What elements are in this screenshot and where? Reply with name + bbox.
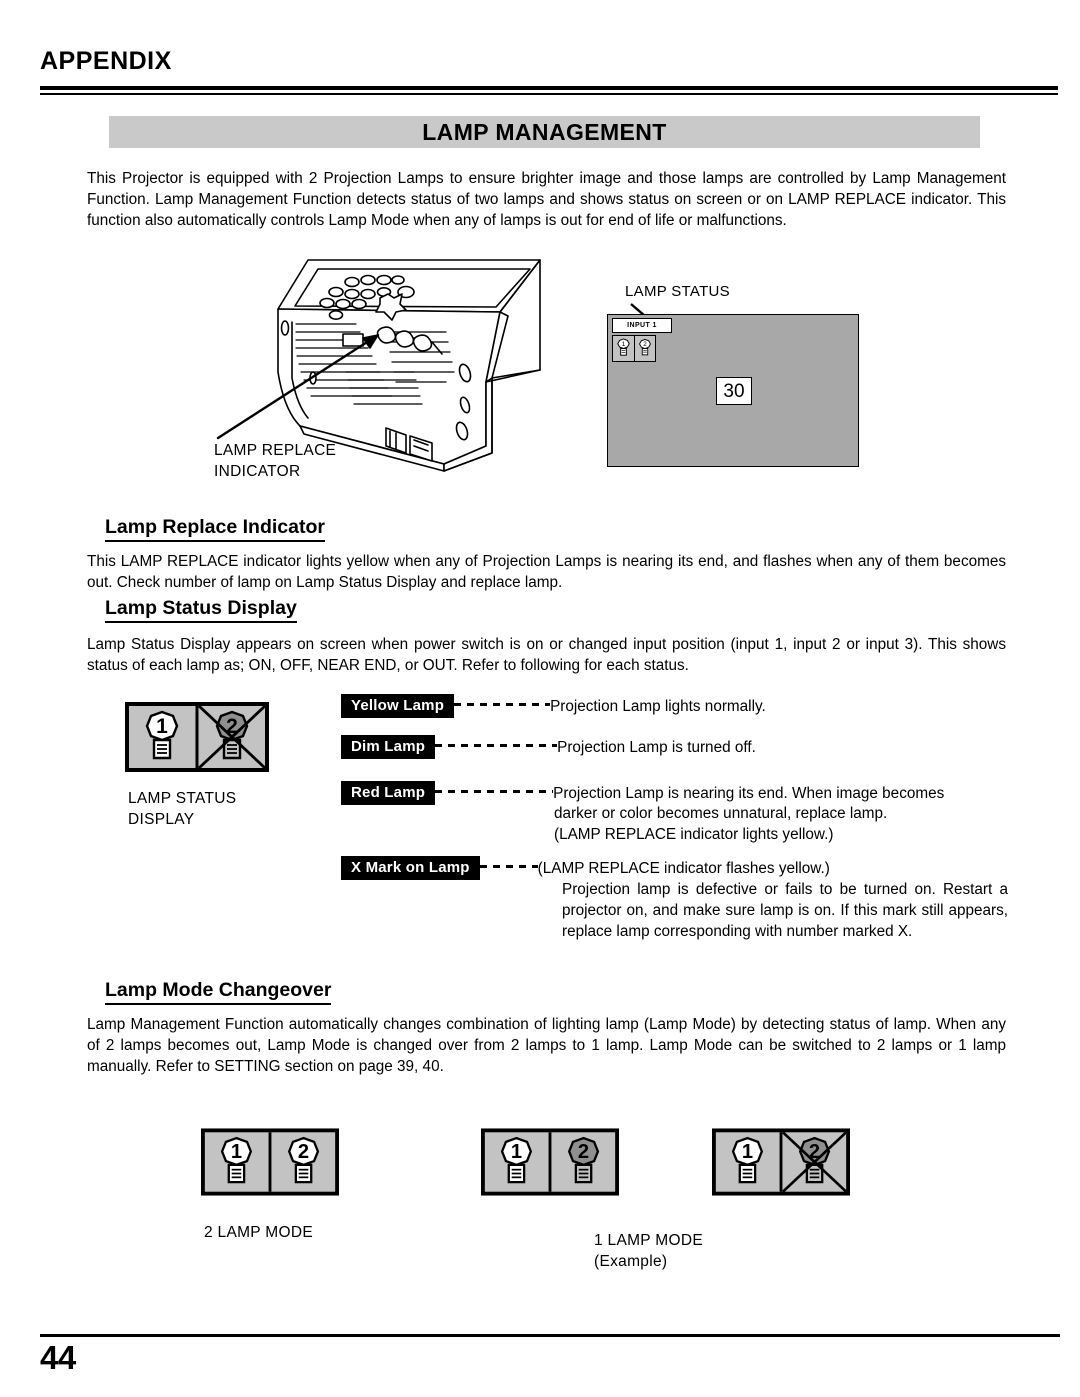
intro-paragraph: This Projector is equipped with 2 Projec… xyxy=(87,170,1006,229)
svg-text:1: 1 xyxy=(511,1141,522,1163)
legend-dash-line xyxy=(479,865,538,868)
section-title: LAMP MANAGEMENT xyxy=(422,118,667,145)
osd-lamp-cell-1: 1 xyxy=(613,336,634,361)
osd-lamp-status-icons: 1 2 xyxy=(612,335,656,362)
lamp-mode-caption-1-lamp: 1 LAMP MODE (Example) xyxy=(594,1230,703,1272)
caption-line-1: LAMP STATUS xyxy=(128,790,237,807)
legend-dash-line xyxy=(454,703,551,706)
heading-lamp-mode-changeover: Lamp Mode Changeover xyxy=(105,979,332,1005)
osd-input-label: INPUT 1 xyxy=(612,318,672,333)
lamp-status-display-caption: LAMP STATUS DISPLAY xyxy=(128,788,236,830)
lamp-mode-drawing-1-lamp-dim: 1 2 xyxy=(481,1128,619,1196)
svg-text:1: 1 xyxy=(231,1141,242,1163)
legend-tag-x-mark: X Mark on Lamp xyxy=(341,856,480,880)
lamp-status-display-figure: 1 2 xyxy=(125,702,269,772)
legend-dash-line xyxy=(435,744,558,747)
lamp-bulb-icon: 2 xyxy=(639,338,651,356)
footer-rule xyxy=(40,1334,1060,1337)
legend-extra-red-lamp-line-1: darker or color becomes unnatural, repla… xyxy=(554,805,888,822)
page-header: APPENDIX xyxy=(40,46,1040,76)
lamp-mode-figure-1-lamp-dim: 1 2 xyxy=(481,1128,619,1201)
paragraph-lamp-replace-indicator: This LAMP REPLACE indicator lights yello… xyxy=(87,553,1006,591)
paragraph-lamp-status-display: Lamp Status Display appears on screen wh… xyxy=(87,636,1006,674)
svg-text:1: 1 xyxy=(622,341,626,348)
legend-text-dim-lamp: Projection Lamp is turned off. xyxy=(557,738,756,756)
svg-text:1: 1 xyxy=(156,715,168,738)
legend-tag-dim-lamp: Dim Lamp xyxy=(341,735,436,759)
legend-extra-x-mark: Projection lamp is defective or fails to… xyxy=(562,881,1008,940)
heading-lamp-status-display: Lamp Status Display xyxy=(105,597,297,623)
lamp-mode-figure-1-lamp-x: 1 2 xyxy=(712,1128,850,1201)
header-rule-thin xyxy=(40,93,1058,95)
lamp-mode-figure-2-lamp: 1 2 xyxy=(201,1128,339,1201)
callout-line-2: INDICATOR xyxy=(214,463,301,480)
caption-line-2: DISPLAY xyxy=(128,811,195,828)
osd-lamp-cell-2: 2 xyxy=(634,336,655,361)
header-rule-thick xyxy=(40,86,1058,90)
svg-text:2: 2 xyxy=(643,341,647,348)
svg-text:2: 2 xyxy=(298,1141,309,1163)
lamp-mode-drawing-2-lamp: 1 2 xyxy=(201,1128,339,1196)
lamp-mode-drawing-1-lamp-x: 1 2 xyxy=(712,1128,850,1196)
page-number: 44 xyxy=(40,1339,76,1376)
lamp-mode-caption-2-lamp: 2 LAMP MODE xyxy=(204,1224,313,1241)
lamp-bulb-icon: 1 xyxy=(617,338,630,356)
legend-dash-line xyxy=(435,790,554,793)
osd-number-box: 30 xyxy=(716,377,752,405)
section-banner: LAMP MANAGEMENT xyxy=(109,116,980,148)
lamp-status-callout: LAMP STATUS xyxy=(625,283,730,300)
heading-lamp-replace-indicator: Lamp Replace Indicator xyxy=(105,516,325,542)
legend-extra-red-lamp-line-2: (LAMP REPLACE indicator lights yellow.) xyxy=(554,826,834,843)
svg-text:2: 2 xyxy=(578,1141,589,1163)
legend-row-red-lamp: Red Lamp Projection Lamp is nearing its e… xyxy=(341,781,945,843)
legend-text-red-lamp: Projection Lamp is nearing its end. When… xyxy=(553,784,945,802)
chapter-title: APPENDIX xyxy=(40,47,172,75)
lamp-status-display-drawing: 1 2 xyxy=(125,702,269,772)
paragraph-lamp-mode-changeover: Lamp Management Function automatically c… xyxy=(87,1016,1006,1075)
legend-tag-red-lamp: Red Lamp xyxy=(341,781,436,805)
legend-text-x-mark: (LAMP REPLACE indicator flashes yellow.) xyxy=(537,859,830,877)
caption-line-1: 1 LAMP MODE xyxy=(594,1232,703,1249)
legend-text-yellow-lamp: Projection Lamp lights normally. xyxy=(550,697,766,715)
legend-row-x-mark: X Mark on Lamp (LAMP REPLACE indicator fl… xyxy=(341,856,1008,940)
legend-tag-yellow-lamp: Yellow Lamp xyxy=(341,694,455,718)
on-screen-lamp-status-panel: INPUT 1 1 2 30 xyxy=(607,314,859,467)
lamp-replace-indicator-callout: LAMP REPLACE INDICATOR xyxy=(214,440,336,482)
caption-line-2: (Example) xyxy=(594,1253,668,1270)
svg-text:1: 1 xyxy=(742,1141,753,1163)
legend-row-dim-lamp: Dim Lamp Projection Lamp is turned off. xyxy=(341,735,756,759)
legend-row-yellow-lamp: Yellow Lamp Projection Lamp lights normal… xyxy=(341,694,766,718)
callout-line-1: LAMP REPLACE xyxy=(214,442,337,459)
